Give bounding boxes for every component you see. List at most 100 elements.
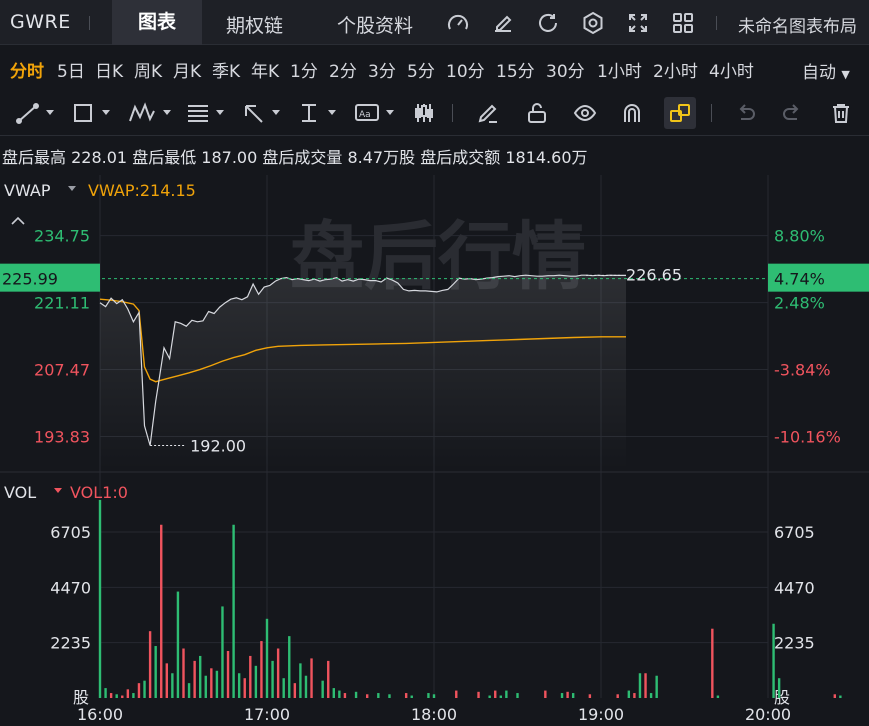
volume-bar	[182, 648, 185, 698]
link-button[interactable]	[664, 97, 696, 129]
trash-icon[interactable]	[829, 101, 853, 125]
redo-icon[interactable]	[781, 101, 805, 125]
pattern-icon[interactable]	[128, 101, 176, 125]
volume-bar	[427, 693, 430, 698]
volume-bar	[655, 675, 658, 698]
measure-icon[interactable]	[298, 101, 340, 125]
volume-bar	[310, 658, 313, 698]
volume-bar	[571, 693, 575, 698]
volume-bar	[221, 606, 224, 698]
scale-mode-label: 自动	[802, 63, 836, 83]
period-1hour[interactable]: 1小时	[597, 57, 642, 82]
period-2hour[interactable]: 2小时	[653, 57, 698, 82]
volume-bar	[716, 695, 720, 698]
period-3min[interactable]: 3分	[368, 57, 396, 82]
magnet-icon[interactable]	[620, 101, 644, 125]
volume-bar	[494, 690, 497, 698]
current-price-label: 225.99	[2, 270, 58, 289]
volume-bar	[711, 628, 714, 698]
volume-tick-label-right: 2235	[774, 634, 815, 653]
ah-amount-value: 1814.60万	[505, 148, 588, 167]
candlestick-icon[interactable]	[412, 101, 436, 125]
volume-bar	[143, 680, 146, 698]
tab-options-chain[interactable]: 期权链	[226, 11, 283, 38]
refresh-icon[interactable]	[536, 11, 560, 35]
rectangle-icon[interactable]	[72, 101, 114, 125]
arrow-icon[interactable]	[242, 101, 284, 125]
volume-bar	[160, 524, 163, 698]
period-5day[interactable]: 5日	[57, 57, 85, 82]
vwap-indicator-value: VWAP:214.15	[88, 181, 196, 200]
volume-tick-label-right: 6705	[774, 523, 815, 542]
caret-down-icon[interactable]	[68, 186, 76, 191]
current-percent-label: 4.74%	[774, 270, 825, 289]
period-5min[interactable]: 5分	[407, 57, 435, 82]
tab-stock-profile[interactable]: 个股资料	[337, 11, 413, 38]
last-price-label: 226.65	[626, 265, 682, 284]
time-tick-label: 16:00	[77, 705, 123, 724]
volume-bar	[644, 673, 647, 698]
volume-bar	[560, 693, 564, 698]
ah-high-label: 盘后最高	[2, 148, 67, 167]
eye-icon[interactable]	[573, 101, 597, 125]
scale-mode-select[interactable]: 自动 ▼	[802, 58, 850, 83]
volume-bar	[187, 683, 191, 698]
text-icon[interactable]: Aa	[354, 101, 398, 125]
edit-icon[interactable]	[491, 11, 515, 35]
ticker-symbol: GWRE	[10, 11, 71, 33]
price-axis-left: 234.75 221.11 207.47 193.83	[34, 227, 90, 447]
divider	[452, 104, 453, 122]
vol-indicator-value: VOL1:0	[70, 483, 128, 502]
period-2min[interactable]: 2分	[329, 57, 357, 82]
period-weekly[interactable]: 周K	[134, 57, 162, 82]
volume-bar	[338, 690, 341, 698]
volume-bar	[332, 688, 335, 698]
period-monthly[interactable]: 月K	[173, 57, 201, 82]
volume-bar	[293, 683, 297, 698]
gear-icon[interactable]	[581, 11, 605, 35]
volume-bar	[299, 663, 302, 698]
undo-icon[interactable]	[733, 101, 757, 125]
volume-bar	[377, 693, 380, 698]
unlock-icon[interactable]	[525, 101, 549, 125]
speedometer-icon[interactable]	[446, 11, 470, 35]
volume-bar	[109, 693, 113, 698]
pencil-icon[interactable]	[476, 101, 500, 125]
price-area	[100, 275, 627, 470]
period-30min[interactable]: 30分	[546, 57, 585, 82]
intraday-chart[interactable]: 盘后行情 VWAP VWAP:214.15 234.75221.11207.47…	[0, 170, 869, 726]
volume-bar	[210, 668, 213, 698]
ah-volume-value: 8.47万股	[347, 148, 416, 167]
period-yearly[interactable]: 年K	[251, 57, 279, 82]
ah-low-value: 187.00	[201, 148, 258, 167]
period-1min[interactable]: 1分	[290, 57, 318, 82]
period-intraday[interactable]: 分时	[10, 57, 44, 82]
tab-chart[interactable]: 图表	[112, 0, 202, 45]
percent-tick-label: 2.48%	[774, 294, 825, 313]
volume-bar	[271, 660, 274, 698]
period-daily[interactable]: 日K	[95, 57, 123, 82]
volume-bar	[232, 524, 235, 698]
vol-indicator-name[interactable]: VOL	[4, 483, 36, 502]
volume-bars	[98, 500, 842, 698]
period-quarterly[interactable]: 季K	[212, 57, 240, 82]
volume-bar	[193, 660, 196, 698]
layout-grid-icon[interactable]	[671, 11, 695, 35]
volume-bar	[215, 670, 219, 698]
volume-bar	[627, 690, 631, 698]
period-4hour[interactable]: 4小时	[709, 57, 754, 82]
volume-bar	[321, 680, 324, 698]
divider	[89, 16, 90, 30]
trend-line-icon[interactable]	[16, 101, 58, 125]
collapse-up-icon[interactable]	[11, 216, 25, 225]
layout-name[interactable]: 未命名图表布局	[738, 12, 869, 37]
volume-bar	[327, 660, 330, 698]
vwap-indicator-name[interactable]: VWAP	[4, 181, 51, 200]
period-15min[interactable]: 15分	[496, 57, 535, 82]
fullscreen-icon[interactable]	[626, 11, 650, 35]
fibonacci-icon[interactable]	[186, 101, 228, 125]
caret-down-icon: ▼	[841, 68, 850, 81]
caret-down-icon[interactable]	[54, 488, 62, 493]
period-10min[interactable]: 10分	[446, 57, 485, 82]
volume-bar	[176, 591, 180, 698]
